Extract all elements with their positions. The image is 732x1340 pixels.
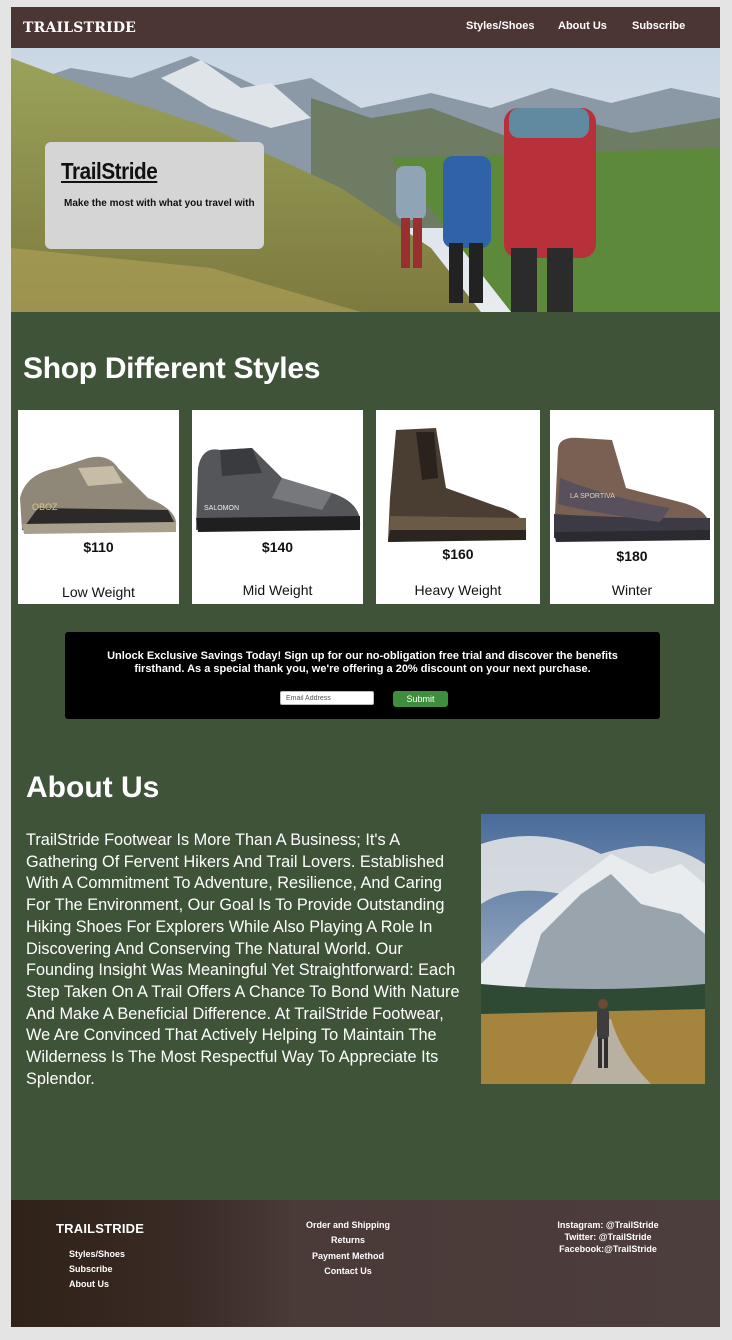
product-price: $160: [442, 546, 474, 562]
hero-card: TrailStride Make the most with what you …: [45, 142, 264, 249]
footer-facebook: Facebook:@TrailStride: [559, 1244, 657, 1254]
product-price: $110: [83, 539, 114, 555]
promo-text: Unlock Exclusive Savings Today! Sign up …: [107, 650, 618, 675]
svg-text:SALOMON: SALOMON: [204, 505, 239, 512]
hero-title[interactable]: TrailStride: [61, 158, 158, 185]
promo-banner: Unlock Exclusive Savings Today! Sign up …: [65, 632, 660, 719]
nav-link-styles-shoes[interactable]: Styles/Shoes: [466, 20, 534, 32]
hero-banner: TrailStride Make the most with what you …: [11, 48, 720, 312]
footer-link-about-us[interactable]: About Us: [69, 1279, 109, 1289]
product-price: $140: [261, 539, 294, 555]
styles-heading: Shop Different Styles: [23, 352, 321, 385]
about-body-text: TrailStride Footwear Is More Than A Busi…: [26, 831, 460, 1088]
mid-weight-shoe-image: SALOMON: [196, 448, 361, 532]
product-card-mid-weight[interactable]: SALOMON $140 Mid Weight: [192, 410, 363, 604]
winter-boot-image: LA SPORTIVA: [554, 437, 711, 542]
product-name: Heavy Weight: [414, 582, 502, 598]
top-nav: TRAILSTRIDE Styles/Shoes About Us Subscr…: [11, 7, 720, 48]
submit-button[interactable]: Submit: [393, 691, 448, 707]
footer-link-payment-method[interactable]: Payment Method: [258, 1251, 438, 1261]
product-card-winter[interactable]: LA SPORTIVA $180 Winter: [550, 410, 714, 604]
footer-logo[interactable]: TRAILSTRIDE: [56, 1221, 144, 1236]
svg-text:OBOZ: OBOZ: [32, 502, 58, 512]
site-logo[interactable]: TRAILSTRIDE: [23, 20, 136, 36]
page: TRAILSTRIDE Styles/Shoes About Us Subscr…: [11, 7, 720, 1327]
footer-link-styles-shoes[interactable]: Styles/Shoes: [69, 1249, 125, 1259]
hero-subtitle: Make the most with what you travel with: [64, 198, 255, 209]
product-name: Winter: [611, 582, 653, 598]
product-name: Low Weight: [62, 584, 135, 600]
nav-link-about-us[interactable]: About Us: [558, 20, 607, 32]
heavy-weight-shoe-image: [388, 428, 527, 542]
footer-instagram: Instagram: @TrailStride: [557, 1220, 659, 1230]
svg-text:LA SPORTIVA: LA SPORTIVA: [570, 493, 615, 500]
footer-twitter: Twitter: @TrailStride: [564, 1232, 652, 1242]
product-card-heavy-weight[interactable]: $160 Heavy Weight: [376, 410, 540, 604]
about-hiker-mountain-image: [481, 814, 705, 1084]
product-name: Mid Weight: [242, 582, 313, 598]
product-price: $180: [616, 548, 648, 564]
footer-link-subscribe[interactable]: Subscribe: [69, 1264, 113, 1274]
nav-link-subscribe[interactable]: Subscribe: [632, 20, 685, 32]
email-address-input[interactable]: [280, 691, 374, 705]
footer-link-returns[interactable]: Returns: [258, 1235, 438, 1245]
footer-link-contact-us[interactable]: Contact Us: [258, 1266, 438, 1276]
footer: TRAILSTRIDE Styles/Shoes Subscribe About…: [11, 1200, 720, 1327]
footer-link-order-shipping[interactable]: Order and Shipping: [258, 1220, 438, 1230]
product-card-low-weight[interactable]: OBOZ $110 Low Weight: [18, 410, 179, 604]
low-weight-shoe-image: OBOZ: [20, 456, 177, 534]
about-heading: About Us: [26, 771, 160, 804]
